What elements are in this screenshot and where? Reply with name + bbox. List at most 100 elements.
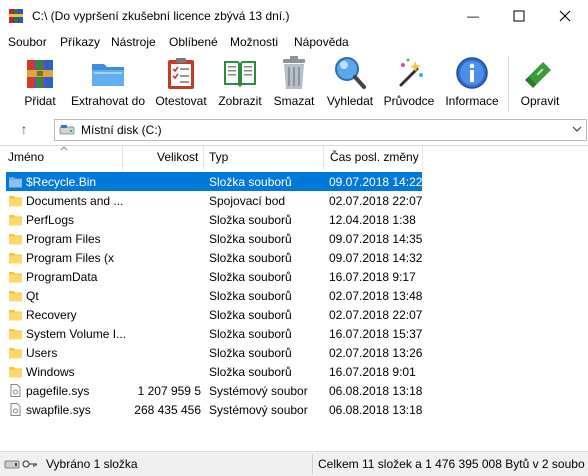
column-type[interactable]: Typ (209, 150, 228, 164)
table-row[interactable]: swapfile.sys 268 435 456 Systémový soubor 0… (6, 400, 422, 419)
folder-icon (9, 291, 22, 302)
table-row[interactable]: System Volume I... Složka souborů 16.07.20… (6, 324, 422, 343)
info-label: Informace (445, 94, 499, 108)
cell-type: Složka souborů (209, 365, 292, 379)
cell-type: Složka souborů (209, 346, 292, 360)
table-row[interactable]: Users Složka souborů 02.07.2018 13:26 (6, 343, 422, 362)
table-row[interactable]: ProgramData Složka souborů 16.07.2018 9:17 (6, 267, 422, 286)
menu-nastroje[interactable]: Nástroje (111, 35, 156, 49)
folder-icon (9, 367, 22, 378)
extract-to-label: Extrahovat do (70, 94, 146, 108)
maximize-button[interactable] (496, 0, 542, 32)
trash-icon (283, 56, 305, 89)
menu-prikazy[interactable]: Příkazy (60, 35, 100, 49)
cell-name: swapfile.sys (26, 403, 91, 417)
column-size[interactable]: Velikost (157, 150, 198, 164)
address-combobox[interactable]: Místní disk (C:) (54, 119, 587, 141)
cell-name: PerfLogs (26, 213, 75, 227)
view-button[interactable]: Zobrazit (214, 54, 266, 114)
repair-label: Opravit (520, 94, 560, 108)
menu-soubor[interactable]: Soubor (8, 35, 47, 49)
test-clipboard-icon (168, 58, 194, 89)
wizard-label: Průvodce (383, 94, 435, 108)
list-header: Jméno Velikost Typ Čas posl. změny (0, 146, 588, 170)
view-book-icon (224, 61, 256, 87)
column-separator[interactable] (323, 146, 324, 170)
menu-napoveda[interactable]: Nápověda (294, 35, 349, 49)
cell-type: Systémový soubor (209, 403, 308, 417)
find-label: Vyhledat (326, 94, 374, 108)
wizard-button[interactable]: Průvodce (380, 54, 438, 114)
cell-type: Složka souborů (209, 232, 292, 246)
column-separator[interactable] (122, 146, 123, 170)
extract-folder-icon (92, 64, 124, 86)
add-archive-icon (27, 60, 53, 88)
cell-modified: 16.07.2018 15:37 (329, 327, 423, 341)
find-button[interactable]: Vyhledat (324, 54, 376, 114)
table-row[interactable]: PerfLogs Složka souborů 12.04.2018 1:38 (6, 210, 422, 229)
column-name[interactable]: Jméno (8, 150, 44, 164)
view-label: Zobrazit (218, 94, 262, 108)
cell-modified: 02.07.2018 13:48 (329, 289, 423, 303)
arrow-up-icon: ↑ (20, 121, 28, 137)
folder-icon (9, 215, 22, 226)
repair-kit-icon (525, 62, 551, 88)
add-button[interactable]: Přidat (18, 54, 62, 114)
cell-type: Složka souborů (209, 270, 292, 284)
cell-type: Složka souborů (209, 251, 292, 265)
folder-icon (9, 272, 22, 283)
cell-modified: 16.07.2018 9:01 (329, 365, 416, 379)
status-divider (312, 454, 313, 474)
table-row[interactable]: pagefile.sys 1 207 959 5 Systémový soubor 0… (6, 381, 422, 400)
table-row[interactable]: Program Files Složka souborů 09.07.2018 14… (6, 229, 422, 248)
folder-icon (9, 329, 22, 340)
info-icon (456, 57, 488, 89)
delete-button[interactable]: Smazat (272, 54, 316, 114)
maximize-icon (513, 10, 525, 22)
cell-type: Složka souborů (209, 175, 292, 189)
cell-name: Windows (26, 365, 75, 379)
table-row[interactable]: Program Files (x Složka souborů 09.07.2018… (6, 248, 422, 267)
column-separator[interactable] (203, 146, 204, 170)
cell-name: $Recycle.Bin (26, 175, 97, 189)
status-selection: Vybráno 1 složka (46, 457, 138, 471)
cell-type: Složka souborů (209, 289, 292, 303)
table-row[interactable]: Documents and ... Spojovací bod 02.07.2018… (6, 191, 422, 210)
test-button[interactable]: Otestovat (153, 54, 209, 114)
window-title: C:\ (Do vypršení zkušební licence zbývá … (32, 9, 290, 23)
table-row[interactable]: $Recycle.Bin Složka souborů 09.07.2018 14:… (6, 172, 422, 191)
cell-type: Složka souborů (209, 327, 292, 341)
chevron-down-icon[interactable] (572, 126, 582, 133)
cell-modified: 16.07.2018 9:17 (329, 270, 416, 284)
wizard-wand-icon (399, 58, 423, 87)
menu-moznosti[interactable]: Možnosti (230, 35, 278, 49)
address-path: Místní disk (C:) (81, 123, 162, 137)
toolbar-separator (508, 56, 509, 112)
table-row[interactable]: Recovery Složka souborů 02.07.2018 22:07 (6, 305, 422, 324)
folder-icon (9, 253, 22, 264)
cell-name: Recovery (26, 308, 77, 322)
minimize-button[interactable]: — (450, 0, 496, 32)
column-separator[interactable] (422, 146, 423, 170)
cell-modified: 09.07.2018 14:22 (329, 175, 423, 189)
cell-modified: 12.04.2018 1:38 (329, 213, 416, 227)
repair-button[interactable]: Opravit (516, 54, 564, 114)
status-summary: Celkem 11 složek a 1 476 395 008 Bytů v … (318, 457, 585, 471)
up-folder-button[interactable]: ↑ (14, 120, 34, 138)
magnifier-icon (335, 57, 366, 89)
column-modified[interactable]: Čas posl. změny (330, 150, 419, 164)
table-row[interactable]: Windows Složka souborů 16.07.2018 9:01 (6, 362, 422, 381)
drive-icon (59, 125, 75, 135)
extract-to-button[interactable]: Extrahovat do (70, 54, 146, 114)
info-button[interactable]: Informace (442, 54, 502, 114)
cell-modified: 02.07.2018 13:26 (329, 346, 423, 360)
cell-type: Spojovací bod (209, 194, 286, 208)
cell-size: 268 435 456 (134, 403, 201, 417)
cell-type: Systémový soubor (209, 384, 308, 398)
menu-oblibene[interactable]: Oblíbené (169, 35, 218, 49)
file-list: Jméno Velikost Typ Čas posl. změny $Recy… (0, 145, 588, 452)
close-button[interactable] (542, 0, 588, 32)
winrar-app-icon[interactable] (8, 8, 24, 24)
cell-type: Složka souborů (209, 213, 292, 227)
table-row[interactable]: Qt Složka souborů 02.07.2018 13:48 (6, 286, 422, 305)
